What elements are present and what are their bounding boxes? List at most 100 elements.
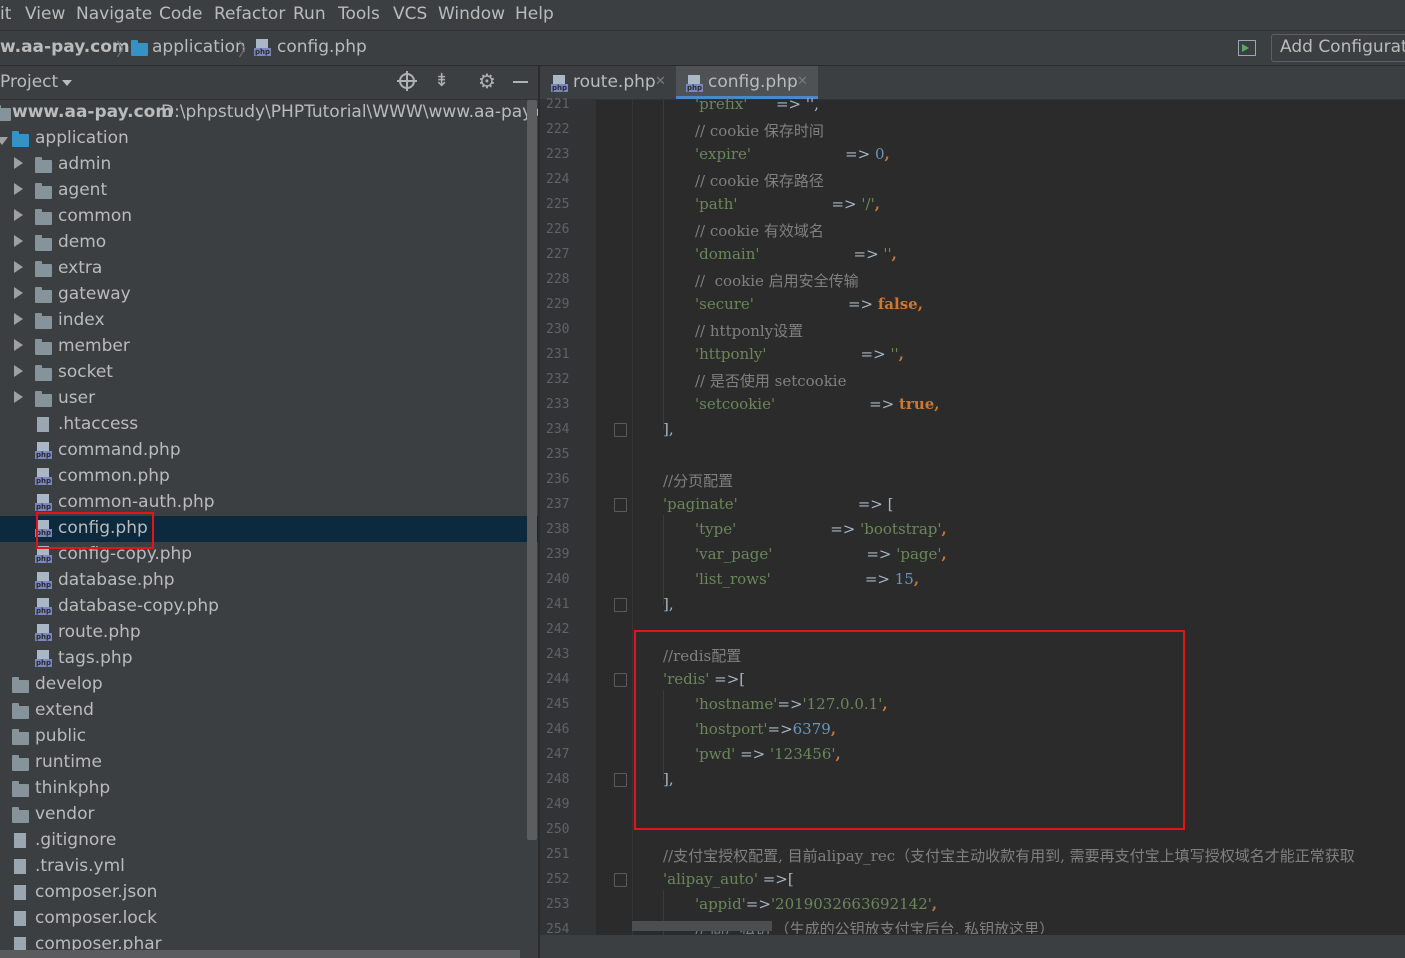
editor-horizontal-scrollbar[interactable] xyxy=(632,921,772,931)
chevron-down-icon[interactable] xyxy=(62,80,72,86)
breadcrumb-project[interactable]: w.aa-pay.com xyxy=(0,37,130,57)
close-icon[interactable]: ✕ xyxy=(655,74,666,89)
tree-item-common-php[interactable]: php common.php xyxy=(0,464,538,490)
tree-item-travis-yml[interactable]: .travis.yml xyxy=(0,854,538,880)
fold-marker-icon[interactable] xyxy=(614,773,627,787)
project-view-selector[interactable]: Project xyxy=(0,72,58,92)
tree-item-vendor[interactable]: vendor xyxy=(0,802,538,828)
menu-view[interactable]: View xyxy=(25,4,65,24)
code-operator: => xyxy=(745,895,771,913)
menu-help[interactable]: Help xyxy=(515,4,554,24)
menu-vcs[interactable]: VCS xyxy=(393,4,427,24)
code-line-253[interactable]: 'appid'=>'2019032663692142', xyxy=(695,895,937,913)
collapse-all-icon[interactable]: ⇟ xyxy=(434,70,449,91)
chevron-right-icon[interactable] xyxy=(14,157,23,169)
crosshair-icon[interactable] xyxy=(397,71,417,91)
tree-item-common[interactable]: common xyxy=(0,204,538,230)
tree-root[interactable]: www.aa-pay.com D:\phpstudy\PHPTutorial\W… xyxy=(0,100,538,126)
code-line-221[interactable]: 'prefix' => '', xyxy=(695,95,819,113)
code-line-227[interactable]: 'domain' => '', xyxy=(695,245,897,263)
tree-item-runtime[interactable]: runtime xyxy=(0,750,538,776)
tree-item-socket[interactable]: socket xyxy=(0,360,538,386)
chevron-right-icon[interactable] xyxy=(14,183,23,195)
fold-marker-icon[interactable] xyxy=(614,423,627,437)
code-line-241[interactable]: ], xyxy=(663,595,674,613)
run-config-icon[interactable] xyxy=(1238,40,1256,56)
tree-item-tags-php[interactable]: php tags.php xyxy=(0,646,538,672)
code-line-225[interactable]: 'path' => '/', xyxy=(695,195,880,213)
close-icon[interactable]: ✕ xyxy=(797,74,808,89)
line-number: 221 xyxy=(546,97,570,112)
tree-horizontal-scrollbar[interactable] xyxy=(0,950,520,958)
tree-item-extend[interactable]: extend xyxy=(0,698,538,724)
tree-item-composer-json[interactable]: composer.json xyxy=(0,880,538,906)
code-line-226[interactable]: // cookie 有效域名 xyxy=(695,220,824,241)
code-line-231[interactable]: 'httponly' => '', xyxy=(695,345,904,363)
code-line-237[interactable]: 'paginate' => [ xyxy=(663,495,893,513)
tree-item-develop[interactable]: develop xyxy=(0,672,538,698)
chevron-right-icon[interactable] xyxy=(14,287,23,299)
chevron-right-icon[interactable] xyxy=(14,209,23,221)
code-line-232[interactable]: // 是否使用 setcookie xyxy=(695,370,846,391)
tree-item-thinkphp[interactable]: thinkphp xyxy=(0,776,538,802)
menu-tools[interactable]: Tools xyxy=(338,4,380,24)
chevron-right-icon[interactable] xyxy=(14,313,23,325)
chevron-down-icon[interactable] xyxy=(0,137,8,145)
tree-scrollbar[interactable] xyxy=(527,100,537,840)
tree-item-admin[interactable]: admin xyxy=(0,152,538,178)
chevron-right-icon[interactable] xyxy=(14,261,23,273)
menu-window[interactable]: Window xyxy=(438,4,505,24)
breadcrumb-application[interactable]: application xyxy=(152,37,246,57)
code-line-252[interactable]: 'alipay_auto' =>[ xyxy=(663,870,794,888)
tree-item-command-php[interactable]: php command.php xyxy=(0,438,538,464)
tree-item-public[interactable]: public xyxy=(0,724,538,750)
chevron-right-icon[interactable] xyxy=(14,339,23,351)
code-line-223[interactable]: 'expire' => 0, xyxy=(695,145,890,163)
code-line-229[interactable]: 'secure' => false, xyxy=(695,295,923,313)
tree-item-user[interactable]: user xyxy=(0,386,538,412)
tree-item-application[interactable]: application xyxy=(0,126,538,152)
code-line-233[interactable]: 'setcookie' => true, xyxy=(695,395,940,413)
menu-code[interactable]: Code xyxy=(159,4,203,24)
breadcrumb-config[interactable]: config.php xyxy=(277,37,367,57)
fold-marker-icon[interactable] xyxy=(614,873,627,887)
code-line-239[interactable]: 'var_page' => 'page', xyxy=(695,545,947,563)
tree-item-route-php[interactable]: php route.php xyxy=(0,620,538,646)
add-configuration-button[interactable]: Add Configuratio xyxy=(1271,34,1405,62)
tab-route-php[interactable]: php route.php ✕ xyxy=(540,66,674,99)
code-value: 15 xyxy=(894,570,914,588)
tree-item-index[interactable]: index xyxy=(0,308,538,334)
tree-item-composer-lock[interactable]: composer.lock xyxy=(0,906,538,932)
code-line-236[interactable]: //分页配置 xyxy=(663,470,733,491)
code-line-222[interactable]: // cookie 保存时间 xyxy=(695,120,824,141)
tree-item-member[interactable]: member xyxy=(0,334,538,360)
fold-marker-icon[interactable] xyxy=(614,673,627,687)
tree-item-database-copy-php[interactable]: php database-copy.php xyxy=(0,594,538,620)
code-line-228[interactable]: // cookie 启用安全传输 xyxy=(695,270,859,291)
chevron-right-icon[interactable] xyxy=(14,365,23,377)
menu-run[interactable]: Run xyxy=(293,4,326,24)
tree-item-htaccess[interactable]: .htaccess xyxy=(0,412,538,438)
code-line-224[interactable]: // cookie 保存路径 xyxy=(695,170,824,191)
menu-refactor[interactable]: Refactor xyxy=(214,4,285,24)
code-value: false xyxy=(877,295,918,313)
fold-marker-icon[interactable] xyxy=(614,498,627,512)
tree-item-extra[interactable]: extra xyxy=(0,256,538,282)
tree-item-agent[interactable]: agent xyxy=(0,178,538,204)
code-line-234[interactable]: ], xyxy=(663,420,674,438)
code-line-230[interactable]: // httponly设置 xyxy=(695,320,803,341)
menu-navigate[interactable]: Navigate xyxy=(76,4,152,24)
tree-item-gitignore[interactable]: .gitignore xyxy=(0,828,538,854)
menu-edit[interactable]: it xyxy=(0,4,11,24)
fold-marker-icon[interactable] xyxy=(614,598,627,612)
gear-icon[interactable]: ⚙ xyxy=(478,69,496,93)
tree-item-database-php[interactable]: php database.php xyxy=(0,568,538,594)
tree-item-demo[interactable]: demo xyxy=(0,230,538,256)
chevron-right-icon[interactable] xyxy=(14,235,23,247)
tree-item-gateway[interactable]: gateway xyxy=(0,282,538,308)
code-line-240[interactable]: 'list_rows' => 15, xyxy=(695,570,919,588)
chevron-right-icon[interactable] xyxy=(14,391,23,403)
minimize-icon[interactable] xyxy=(513,81,528,83)
code-line-238[interactable]: 'type' => 'bootstrap', xyxy=(695,520,947,538)
code-line-251[interactable]: //支付宝授权配置, 目前alipay_rec（支付宝主动收款有用到, 需要再支… xyxy=(663,845,1355,866)
